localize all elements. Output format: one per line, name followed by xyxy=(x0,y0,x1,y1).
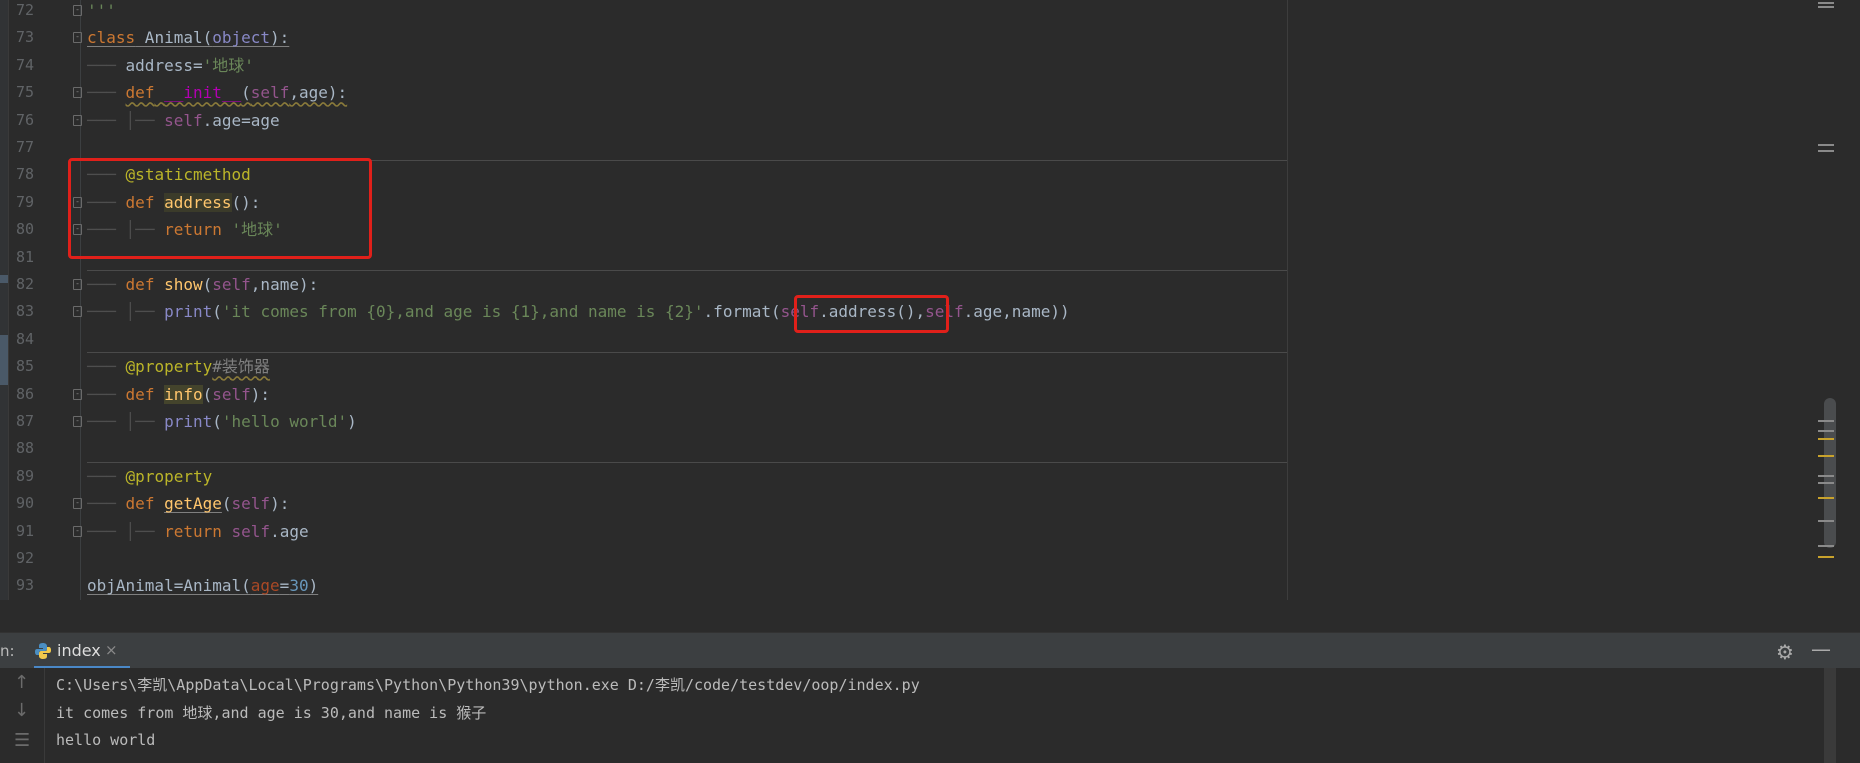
marker-stripe xyxy=(1818,144,1834,146)
close-icon[interactable]: × xyxy=(105,641,118,659)
code-line[interactable]: ''' xyxy=(87,0,116,24)
code-editor[interactable]: 72 73 74 75 76 77 78 79 80 81 82 83 84 85 86 87 88 89 90 91… xyxy=(0,0,1860,600)
marker-stripe xyxy=(1818,6,1834,8)
code-line[interactable]: ─── def show(self,name): xyxy=(87,271,318,298)
code-line[interactable]: ─── │── print('hello world') xyxy=(87,408,357,435)
soft-wrap-icon[interactable]: ☰ xyxy=(14,730,30,751)
tab-label: index xyxy=(57,641,101,660)
fold-marker-icon[interactable]: - xyxy=(73,525,82,537)
code-line[interactable]: ─── def getAge(self): xyxy=(87,490,289,517)
line-number: 90 xyxy=(15,494,34,513)
marker-stripe xyxy=(1818,438,1834,440)
line-number: 76 xyxy=(15,110,34,129)
fold-marker-icon[interactable]: - xyxy=(73,5,82,16)
line-number: 82 xyxy=(15,275,34,293)
fold-marker-icon[interactable]: - xyxy=(73,306,82,318)
console-toolbar: ↑ ↓ ☰ xyxy=(0,668,45,763)
code-line[interactable]: ─── │── self.age=age xyxy=(87,107,280,134)
tab-index[interactable]: index × xyxy=(34,633,130,669)
line-number: 93 xyxy=(15,576,34,595)
marker-stripe xyxy=(1818,556,1834,558)
line-number: 88 xyxy=(15,439,34,458)
code-line[interactable]: objAnimal=Animal(age=30) xyxy=(87,572,318,599)
line-number: 74 xyxy=(15,55,34,74)
line-number: 78 xyxy=(15,165,34,184)
fold-marker-icon[interactable]: - xyxy=(73,388,82,400)
fold-marker-icon[interactable]: - xyxy=(73,87,82,99)
code-line[interactable]: ─── @property xyxy=(87,463,212,490)
line-number: 84 xyxy=(15,329,34,348)
marker-stripe xyxy=(1818,420,1834,422)
marker-stripe xyxy=(1818,2,1834,4)
method-separator xyxy=(87,462,1287,463)
highlight-box-self-address xyxy=(794,295,949,333)
line-number: 75 xyxy=(15,83,34,102)
console-line: it comes from 地球,and age is 30,and name … xyxy=(56,703,487,722)
arrow-up-icon[interactable]: ↑ xyxy=(14,672,29,693)
line-number: 79 xyxy=(15,192,34,211)
line-number: 86 xyxy=(15,384,34,403)
code-line[interactable]: ─── def info(self): xyxy=(87,381,270,408)
line-number: 80 xyxy=(15,220,34,239)
line-number: 91 xyxy=(15,521,34,540)
console-scrollbar[interactable] xyxy=(1824,668,1836,763)
fold-marker-icon[interactable]: - xyxy=(73,416,82,427)
marker-stripe xyxy=(1818,545,1834,547)
run-tool-window-header: n: index × ⚙ — xyxy=(0,632,1860,669)
arrow-down-icon[interactable]: ↓ xyxy=(14,700,29,721)
minimize-icon[interactable]: — xyxy=(1811,637,1831,661)
editor-scrollbar[interactable] xyxy=(1812,0,1860,600)
line-number: 83 xyxy=(15,302,34,321)
line-number: 81 xyxy=(15,247,34,266)
marker-stripe xyxy=(1818,475,1834,477)
console-line: hello world xyxy=(56,731,156,750)
fold-marker-icon[interactable]: - xyxy=(73,279,82,290)
line-number: 92 xyxy=(15,549,34,567)
python-file-icon xyxy=(35,643,51,659)
marker-stripe xyxy=(1818,520,1834,522)
console-line: C:\Users\李凯\AppData\Local\Programs\Pytho… xyxy=(56,676,920,694)
marker-stripe xyxy=(1818,497,1834,499)
marker-stripe xyxy=(1818,455,1834,457)
line-number: 77 xyxy=(15,138,34,156)
fold-marker-icon[interactable]: - xyxy=(73,114,82,126)
code-line[interactable]: ─── @property#装饰器 xyxy=(87,353,270,380)
right-margin-guide xyxy=(1287,0,1288,600)
line-number: 73 xyxy=(15,28,34,47)
method-separator xyxy=(87,270,1287,271)
run-panel-label: n: xyxy=(0,642,15,660)
marker-stripe xyxy=(1818,482,1834,484)
gear-icon[interactable]: ⚙ xyxy=(1776,640,1794,664)
line-number: 87 xyxy=(15,412,34,430)
code-line[interactable]: class Animal(object): xyxy=(87,24,289,51)
line-number: 89 xyxy=(15,466,34,485)
marker-stripe xyxy=(1818,430,1834,432)
code-line[interactable]: ─── def __init__(self,age): xyxy=(87,79,347,106)
code-line[interactable]: ─── │── return self.age xyxy=(87,518,309,545)
line-number: 72 xyxy=(15,1,34,19)
method-separator xyxy=(87,352,1287,353)
highlight-box-staticmethod xyxy=(68,158,372,259)
line-number: 85 xyxy=(15,357,34,376)
marker-stripe xyxy=(1818,150,1834,152)
fold-marker-icon[interactable]: - xyxy=(73,32,82,44)
run-console[interactable]: ↑ ↓ ☰ C:\Users\李凯\AppData\Local\Programs… xyxy=(0,668,1860,763)
code-line[interactable]: ─── address='地球' xyxy=(87,52,254,79)
fold-marker-icon[interactable]: - xyxy=(73,498,82,510)
